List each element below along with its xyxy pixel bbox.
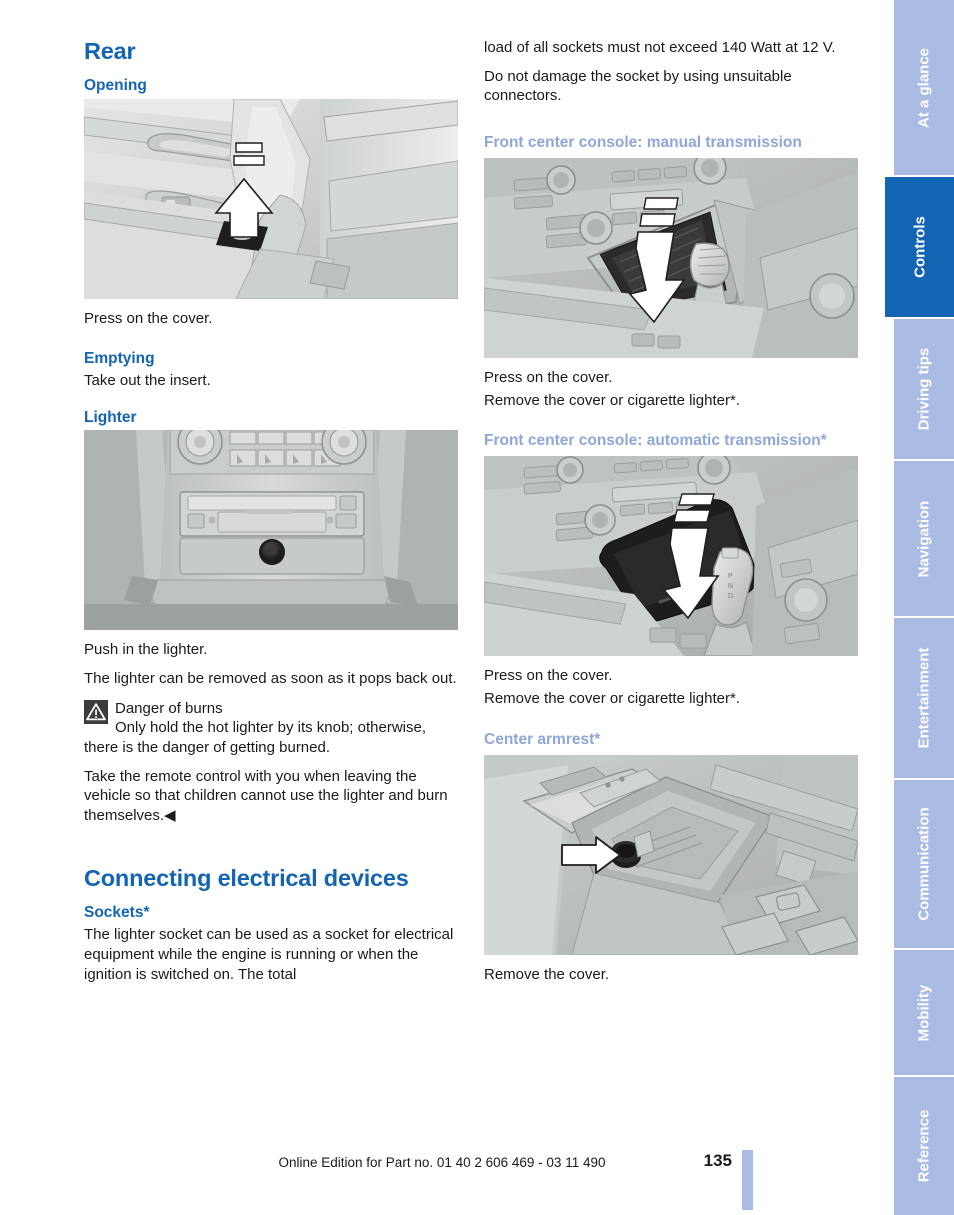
tab-navigation[interactable]: Navigation	[894, 461, 954, 616]
caption-press-cover-manual: Press on the cover.	[484, 368, 613, 386]
front-console-manual-transmission-illustration	[484, 157, 858, 358]
warning-triangle-icon	[84, 699, 108, 724]
warning-extra-text: Take the remote control with you when le…	[84, 767, 448, 824]
warning-title: Danger of burns	[115, 699, 223, 717]
tab-label: Entertainment	[915, 647, 933, 749]
caption-press-cover-automatic: Press on the cover.	[484, 667, 613, 685]
page-content: Rear Opening Press on the cover. Emptyin…	[84, 38, 860, 1128]
svg-text:D: D	[728, 593, 733, 600]
svg-text:P: P	[728, 573, 733, 580]
tab-label: Driving tips	[915, 347, 933, 431]
front-console-automatic-transmission-illustration: PND	[484, 456, 858, 657]
center-console-lighter-illustration	[84, 430, 458, 631]
tab-driving-tips[interactable]: Driving tips	[894, 319, 954, 459]
manual-page: Rear Opening Press on the cover. Emptyin…	[0, 0, 954, 1215]
page-number: 135	[703, 1151, 732, 1170]
tab-controls[interactable]: Controls	[885, 177, 954, 317]
tab-mobility[interactable]: Mobility	[894, 950, 954, 1075]
text-sockets: The lighter socket can be used as a sock…	[84, 926, 454, 983]
caption-push-lighter: Push in the lighter.	[84, 641, 208, 659]
svg-text:N: N	[728, 583, 733, 590]
section-heading-rear: Rear	[84, 38, 136, 64]
tab-reference[interactable]: Reference	[894, 1077, 954, 1215]
tab-label: Mobility	[915, 984, 933, 1041]
subheading-front-console-manual: Front center console: manual transmissio…	[484, 133, 802, 151]
tab-label: Communication	[915, 807, 933, 921]
subheading-opening: Opening	[84, 77, 147, 95]
section-heading-connecting-electrical-devices: Connecting electrical devices	[84, 864, 409, 891]
subheading-emptying: Emptying	[84, 349, 155, 367]
caption-remove-cover-armrest: Remove the cover.	[484, 965, 610, 983]
tab-label: Navigation	[915, 500, 933, 577]
page-marker-bar	[742, 1150, 753, 1210]
text-lighter-pops-out: The lighter can be removed as soon as it…	[84, 670, 457, 688]
subheading-lighter: Lighter	[84, 408, 137, 426]
warning-body: Only hold the hot lighter by its knob; o…	[84, 719, 427, 756]
tab-label: Controls	[911, 216, 928, 278]
tab-label: At a glance	[915, 47, 933, 128]
caption-press-cover-rear: Press on the cover.	[84, 309, 213, 327]
rear-door-cover-illustration	[84, 98, 458, 299]
warning-block: Danger of burns Only hold the hot lighte…	[84, 699, 458, 758]
subheading-sockets: Sockets*	[84, 903, 150, 921]
center-armrest-socket-illustration	[484, 754, 858, 955]
tab-communication[interactable]: Communication	[894, 780, 954, 948]
subheading-front-console-automatic: Front center console: automatic transmis…	[484, 432, 827, 450]
text-do-not-damage: Do not damage the socket by using unsuit…	[484, 67, 792, 105]
left-column: Rear Opening Press on the cover. Emptyin…	[84, 38, 458, 993]
text-load-continued: load of all sockets must not exceed 140 …	[484, 39, 836, 56]
tab-label: Reference	[915, 1109, 933, 1183]
right-column: load of all sockets must not exceed 140 …	[484, 38, 858, 993]
caption-remove-cover-automatic: Remove the cover or cigarette lighter*.	[484, 689, 740, 707]
subheading-center-armrest: Center armrest*	[484, 730, 601, 748]
tab-entertainment[interactable]: Entertainment	[894, 618, 954, 778]
tab-at-a-glance[interactable]: At a glance	[894, 0, 954, 175]
text-emptying: Take out the insert.	[84, 372, 211, 390]
caption-remove-cover-manual: Remove the cover or cigarette lighter*.	[484, 391, 740, 409]
section-tab-rail: At a glance Controls Driving tips Naviga…	[885, 0, 954, 1215]
